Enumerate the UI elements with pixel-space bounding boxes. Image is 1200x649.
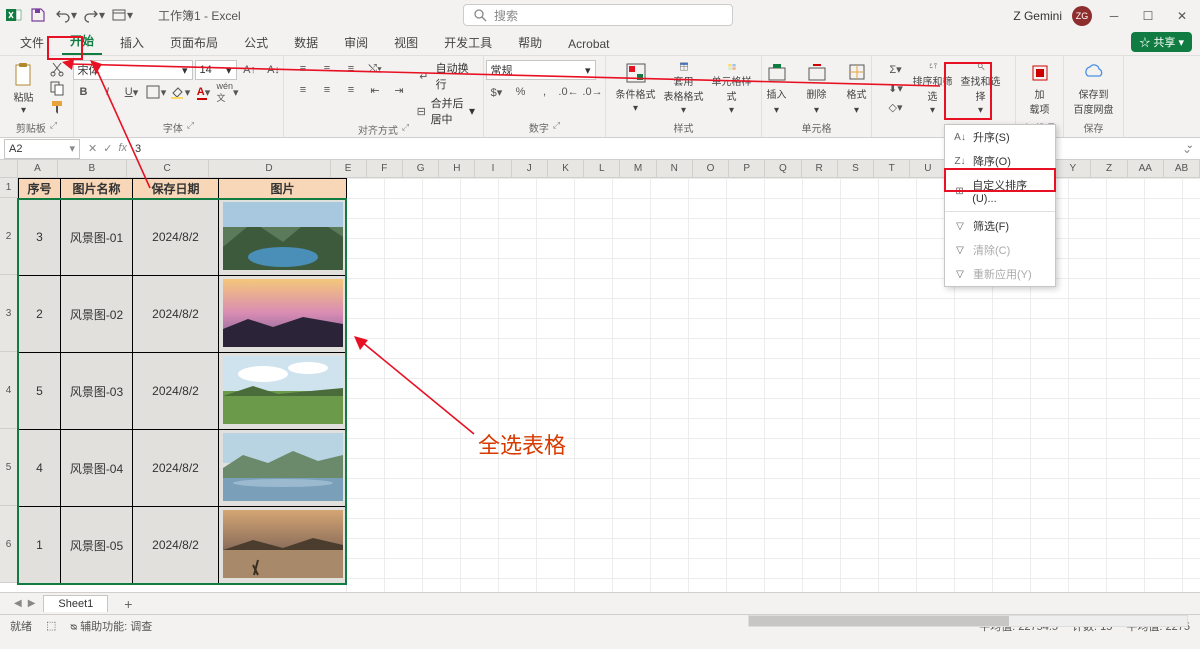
reapply-item: ▽重新应用(Y) — [945, 262, 1055, 286]
row-headers[interactable]: 1 2 3 4 5 6 — [0, 178, 18, 583]
header-image[interactable]: 图片 — [219, 179, 347, 199]
user-name[interactable]: Z Gemini — [1013, 9, 1062, 23]
horizontal-scrollbar[interactable] — [748, 615, 1188, 627]
menubar: 文件 开始 插入 页面布局 公式 数据 审阅 视图 开发工具 帮助 Acroba… — [0, 30, 1200, 56]
number-launcher-icon[interactable]: ⤢ — [553, 120, 560, 135]
save-baidu-button[interactable]: 保存到 百度网盘 — [1072, 60, 1116, 118]
share-button[interactable]: ☆ 共享 ▾ — [1131, 32, 1192, 52]
landscape-thumbnail — [223, 433, 343, 501]
align-group-label: 对齐方式 — [358, 122, 398, 137]
font-launcher-icon[interactable]: ⤢ — [187, 120, 194, 135]
sort-asc-icon: A↓ — [953, 130, 967, 144]
clipboard-group-label: 剪贴板 — [16, 120, 46, 135]
table-row: 3 风景图-01 2024/8/2 — [19, 199, 347, 276]
annotation-arrow — [60, 56, 960, 96]
select-all-corner[interactable] — [0, 160, 18, 178]
sheet-tab-strip: ◀ ▶ Sheet1 + — [0, 592, 1200, 614]
table-row: 1 风景图-05 2024/8/2 — [19, 507, 347, 584]
tab-review[interactable]: 审阅 — [336, 30, 376, 55]
titlebar: ▾ ▾ ▾ 工作簿1 - Excel 搜索 Z Gemini ZG ─ ☐ ✕ — [0, 0, 1200, 30]
close-button[interactable]: ✕ — [1170, 4, 1194, 28]
annotation-arrow — [354, 334, 484, 444]
maximize-button[interactable]: ☐ — [1136, 4, 1160, 28]
tab-help[interactable]: 帮助 — [510, 30, 550, 55]
status-ready: 就绪 — [10, 618, 32, 634]
table-row: 2 风景图-02 2024/8/2 — [19, 276, 347, 353]
tab-data[interactable]: 数据 — [286, 30, 326, 55]
tab-home[interactable]: 开始 — [62, 28, 102, 55]
tab-insert[interactable]: 插入 — [112, 30, 152, 55]
header-num[interactable]: 序号 — [19, 179, 61, 199]
undo-icon[interactable]: ▾ — [54, 3, 78, 27]
cells-group-label: 单元格 — [802, 120, 832, 135]
save-icon[interactable] — [26, 3, 50, 27]
user-avatar[interactable]: ZG — [1072, 6, 1092, 26]
tab-developer[interactable]: 开发工具 — [436, 30, 500, 55]
minimize-button[interactable]: ─ — [1102, 4, 1126, 28]
redo-icon[interactable]: ▾ — [82, 3, 106, 27]
next-sheet-icon[interactable]: ▶ — [28, 598, 36, 609]
tab-view[interactable]: 视图 — [386, 30, 426, 55]
tab-file[interactable]: 文件 — [12, 30, 52, 55]
sheet-tab[interactable]: Sheet1 — [43, 595, 108, 612]
ribbon-collapse-icon[interactable]: ⌄ — [1186, 140, 1194, 151]
landscape-thumbnail — [223, 202, 343, 270]
search-input[interactable]: 搜索 — [463, 4, 733, 26]
save-group-label: 保存 — [1084, 120, 1104, 135]
addins-button[interactable]: 加 载项 — [1018, 60, 1062, 118]
custom-sort-icon: ⊞ — [953, 184, 966, 198]
excel-logo-icon — [6, 7, 22, 23]
sort-desc-item[interactable]: Z↓降序(O) — [945, 149, 1055, 173]
clear-filter-icon: ▽ — [953, 243, 967, 257]
font-group-label: 字体 — [163, 120, 183, 135]
landscape-thumbnail — [223, 279, 343, 347]
table-row: 4 风景图-04 2024/8/2 — [19, 430, 347, 507]
add-sheet-button[interactable]: + — [116, 596, 140, 612]
clipboard-launcher-icon[interactable]: ⤢ — [50, 120, 57, 135]
annotation-arrow — [90, 58, 160, 198]
document-title: 工作簿1 - Excel — [158, 7, 241, 24]
filter-item[interactable]: ▽筛选(F) — [945, 214, 1055, 238]
landscape-thumbnail — [223, 510, 343, 578]
qat-customize-icon[interactable]: ▾ — [110, 3, 134, 27]
align-launcher-icon[interactable]: ⤢ — [402, 122, 409, 137]
find-select-button[interactable]: 查找和选择▾ — [959, 60, 1003, 118]
data-table[interactable]: 序号 图片名称 保存日期 图片 3 风景图-01 2024/8/2 2 风景图-… — [18, 178, 347, 584]
tab-page-layout[interactable]: 页面布局 — [162, 30, 226, 55]
accessibility-status[interactable]: ᴓ 辅助功能: 调查 — [70, 618, 152, 634]
format-painter-icon[interactable] — [46, 98, 68, 116]
tab-formulas[interactable]: 公式 — [236, 30, 276, 55]
annotation-text: 全选表格 — [478, 428, 566, 460]
paste-button[interactable]: 粘贴▾ — [6, 60, 42, 118]
prev-sheet-icon[interactable]: ◀ — [14, 598, 22, 609]
sort-desc-icon: Z↓ — [953, 154, 967, 168]
styles-group-label: 样式 — [674, 120, 694, 135]
filter-icon: ▽ — [953, 219, 967, 233]
name-box[interactable]: A2▾ — [4, 139, 80, 159]
number-group-label: 数字 — [529, 120, 549, 135]
table-row: 5 风景图-03 2024/8/2 — [19, 353, 347, 430]
clear-filter-item: ▽清除(C) — [945, 238, 1055, 262]
sort-asc-item[interactable]: A↓升序(S) — [945, 125, 1055, 149]
tab-acrobat[interactable]: Acrobat — [560, 33, 617, 55]
sort-filter-menu: A↓升序(S) Z↓降序(O) ⊞自定义排序(U)... ▽筛选(F) ▽清除(… — [944, 124, 1056, 287]
search-icon — [472, 7, 488, 23]
reapply-icon: ▽ — [953, 267, 967, 281]
macro-record-icon[interactable]: ⬚ — [46, 619, 56, 632]
custom-sort-item[interactable]: ⊞自定义排序(U)... — [945, 173, 1055, 209]
clear-icon[interactable]: ◇▾ — [885, 98, 907, 116]
landscape-thumbnail — [223, 356, 343, 424]
